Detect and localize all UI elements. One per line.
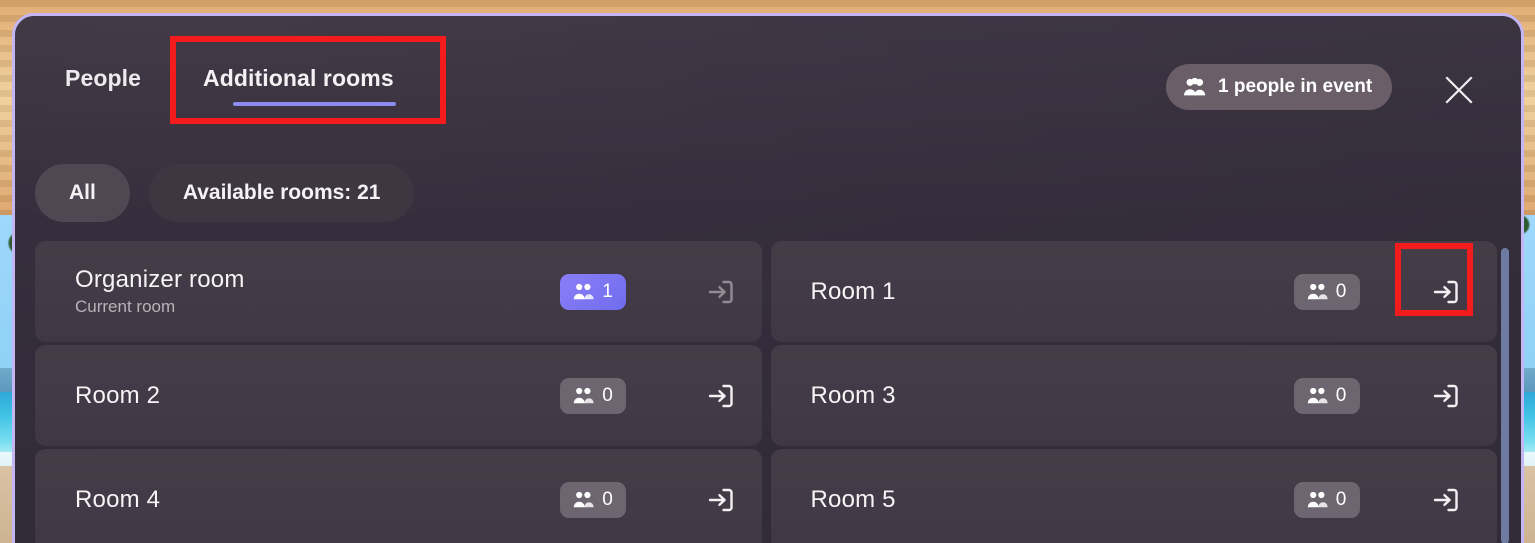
room-name-wrapper: Organizer room Current room xyxy=(75,241,245,342)
room-row[interactable]: Room 5 0 xyxy=(770,449,1497,543)
people-in-event-badge[interactable]: 1 people in event xyxy=(1166,64,1393,110)
join-room-button[interactable] xyxy=(701,480,741,520)
people-group-icon xyxy=(1307,491,1328,508)
people-group-icon xyxy=(1183,77,1207,97)
room-participant-count-badge: 1 xyxy=(560,273,626,310)
room-name-wrapper: Room 2 xyxy=(75,345,160,446)
room-participant-count-badge: 0 xyxy=(560,481,626,518)
people-group-icon xyxy=(573,387,594,404)
people-group-icon xyxy=(573,491,594,508)
join-room-button[interactable] xyxy=(1426,480,1466,520)
room-subtitle: Current room xyxy=(75,296,176,316)
panel-surface: People Additional rooms 1 people in even… xyxy=(15,16,1521,543)
people-in-event-label: 1 people in event xyxy=(1218,76,1373,97)
room-filter-chips: All Available rooms: 21 xyxy=(35,164,415,222)
tab-additional-rooms[interactable]: Additional rooms xyxy=(201,61,396,106)
room-name: Room 1 xyxy=(810,277,896,305)
room-name: Room 5 xyxy=(810,485,896,513)
room-row[interactable]: Room 1 0 xyxy=(770,241,1497,342)
rooms-grid: Organizer room Current room 1 Room 1 0 Room 2… xyxy=(35,241,1497,543)
people-group-icon xyxy=(573,283,594,300)
room-name: Organizer room xyxy=(75,265,245,293)
room-row[interactable]: Organizer room Current room 1 xyxy=(35,241,762,342)
tab-people[interactable]: People xyxy=(63,61,143,106)
filter-chip-all[interactable]: All xyxy=(35,164,130,222)
join-room-button[interactable] xyxy=(1426,272,1466,312)
room-participant-count-badge: 0 xyxy=(1293,377,1360,414)
room-name-wrapper: Room 1 xyxy=(811,241,896,342)
room-participant-count-badge: 0 xyxy=(560,377,626,414)
room-participant-count: 0 xyxy=(602,384,613,406)
room-participant-count: 0 xyxy=(1335,384,1347,406)
room-name: Room 3 xyxy=(810,381,896,409)
join-room-button[interactable] xyxy=(701,376,741,416)
room-name-wrapper: Room 4 xyxy=(75,449,160,543)
rooms-scrollbar-thumb[interactable] xyxy=(1501,248,1509,543)
filter-chip-all-label: All xyxy=(69,181,96,204)
room-row[interactable]: Room 2 0 xyxy=(35,345,762,446)
filter-chip-available-rooms-label: Available rooms: 21 xyxy=(182,181,381,204)
room-name-wrapper: Room 5 xyxy=(811,449,896,543)
tab-additional-rooms-label: Additional rooms xyxy=(203,65,394,91)
close-icon[interactable] xyxy=(1431,64,1487,116)
active-tab-indicator xyxy=(233,102,396,106)
room-name: Room 2 xyxy=(75,381,161,409)
tab-bar: People Additional rooms xyxy=(63,61,396,106)
tab-people-label: People xyxy=(65,65,142,91)
room-participant-count-badge: 0 xyxy=(1293,273,1360,310)
panel-header: People Additional rooms 1 people in even… xyxy=(15,16,1521,134)
room-name-wrapper: Room 3 xyxy=(811,345,896,446)
filter-chip-available-rooms[interactable]: Available rooms: 21 xyxy=(148,164,415,222)
room-participant-count-badge: 0 xyxy=(1293,481,1360,518)
room-participant-count: 1 xyxy=(602,280,613,302)
people-group-icon xyxy=(1307,387,1328,404)
room-participant-count: 0 xyxy=(1335,280,1347,302)
room-participant-count: 0 xyxy=(1335,488,1347,510)
room-row[interactable]: Room 4 0 xyxy=(35,449,762,543)
join-room-button xyxy=(701,272,741,312)
additional-rooms-panel: People Additional rooms 1 people in even… xyxy=(12,13,1524,543)
room-name: Room 4 xyxy=(75,485,161,513)
people-group-icon xyxy=(1307,283,1328,300)
room-participant-count: 0 xyxy=(602,488,613,510)
join-room-button[interactable] xyxy=(1426,376,1466,416)
room-row[interactable]: Room 3 0 xyxy=(770,345,1497,446)
